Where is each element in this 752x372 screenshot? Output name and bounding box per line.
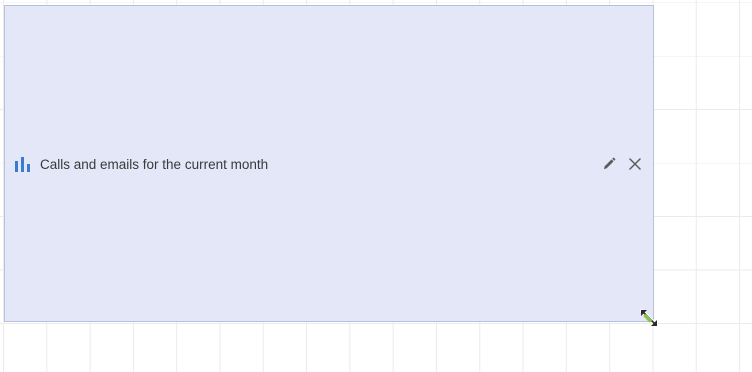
widget-actions — [601, 156, 643, 172]
dashboard-widget[interactable]: Calls and emails for the current month — [4, 5, 654, 322]
bar-chart-icon — [14, 156, 32, 172]
widget-title: Calls and emails for the current month — [40, 156, 269, 172]
resize-handle[interactable] — [639, 308, 661, 330]
widget-header: Calls and emails for the current month — [14, 154, 643, 174]
edit-button[interactable] — [601, 156, 617, 172]
pencil-icon — [602, 157, 616, 171]
resize-arrows-icon — [639, 308, 661, 335]
close-icon — [628, 157, 642, 171]
close-button[interactable] — [627, 156, 643, 172]
